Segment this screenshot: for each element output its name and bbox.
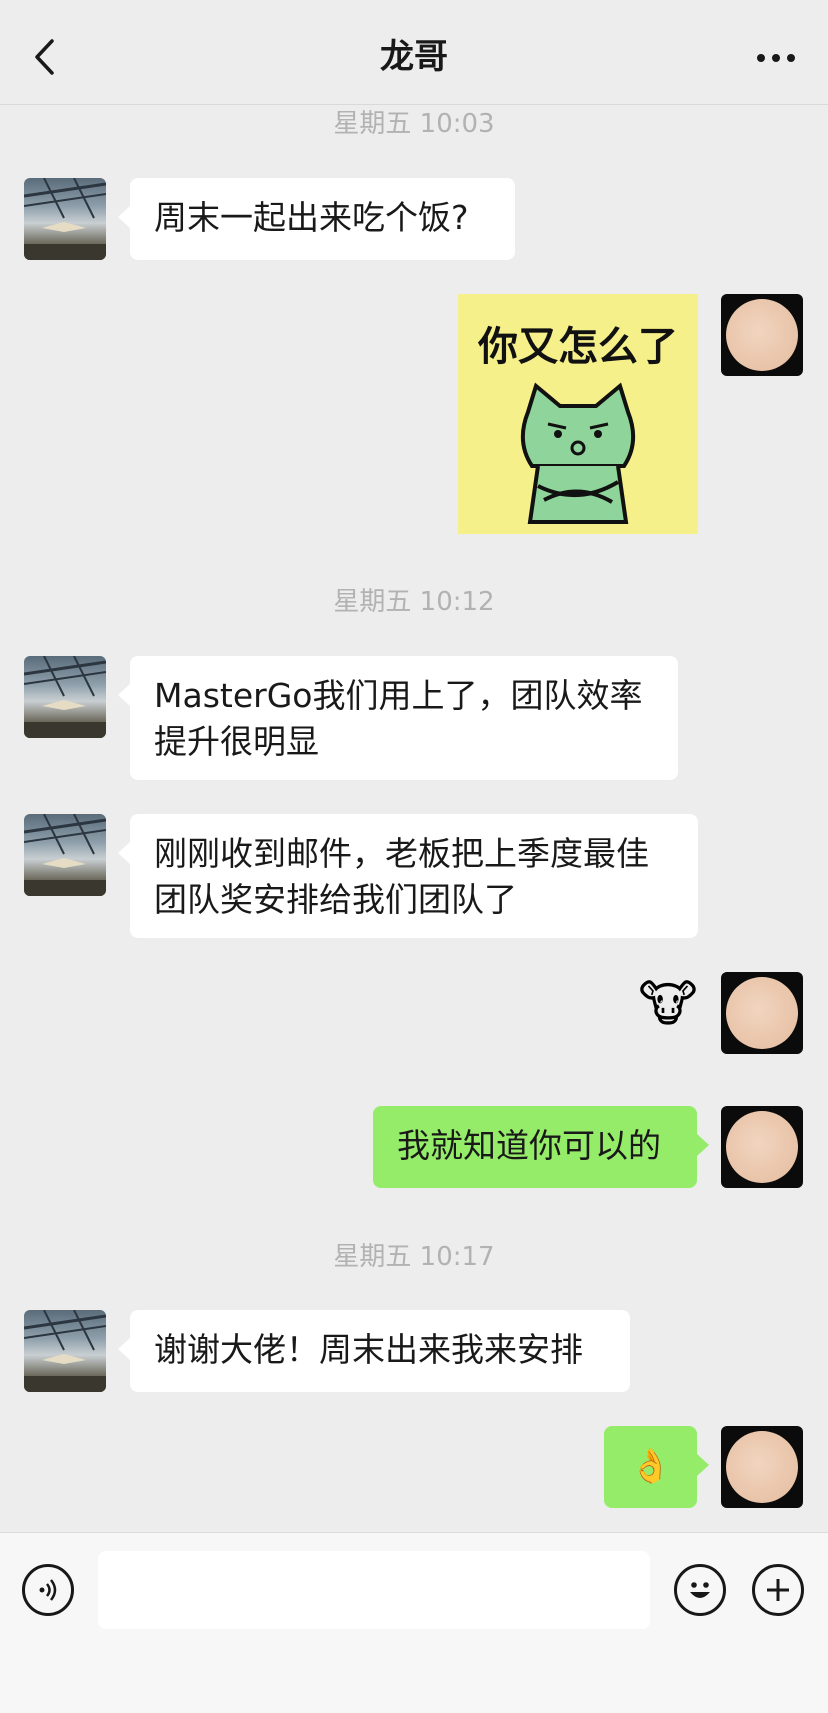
- contact-avatar[interactable]: [24, 814, 106, 896]
- my-avatar[interactable]: [721, 1426, 803, 1508]
- timestamp: 星期五 10:12: [333, 587, 495, 617]
- input-bar: [0, 1532, 828, 1713]
- incoming-message[interactable]: MasterGo我们用上了，团队效率提升很明显: [118, 656, 678, 780]
- contact-avatar[interactable]: [24, 178, 106, 260]
- timestamp: 星期五 10:03: [333, 109, 495, 139]
- message-input[interactable]: [98, 1551, 650, 1629]
- chat-title: 龙哥: [380, 37, 448, 77]
- my-avatar[interactable]: [721, 294, 803, 376]
- contact-avatar[interactable]: [24, 1310, 106, 1392]
- my-avatar[interactable]: [721, 1106, 803, 1188]
- cow-emoji[interactable]: 🐮: [636, 972, 700, 1036]
- outgoing-emoji-message[interactable]: 👌: [604, 1426, 709, 1508]
- timestamp: 星期五 10:17: [333, 1242, 495, 1272]
- sticker-message[interactable]: 你又怎么了: [458, 294, 698, 534]
- contact-avatar[interactable]: [24, 656, 106, 738]
- voice-icon[interactable]: [22, 1564, 74, 1616]
- plus-icon[interactable]: [752, 1564, 804, 1616]
- emoji-icon[interactable]: [674, 1564, 726, 1616]
- outgoing-message[interactable]: 我就知道你可以的: [373, 1106, 709, 1188]
- incoming-message[interactable]: 刚刚收到邮件，老板把上季度最佳团队奖安排给我们团队了: [118, 814, 698, 938]
- cat-illustration: [520, 382, 636, 524]
- sticker-text: 你又怎么了: [478, 324, 678, 370]
- my-avatar[interactable]: [721, 972, 803, 1054]
- chat-header: 龙哥: [0, 0, 828, 105]
- incoming-message[interactable]: 谢谢大佬！周末出来我来安排: [118, 1310, 630, 1392]
- incoming-message[interactable]: 周末一起出来吃个饭?: [118, 178, 515, 260]
- more-dots-icon[interactable]: [754, 44, 798, 72]
